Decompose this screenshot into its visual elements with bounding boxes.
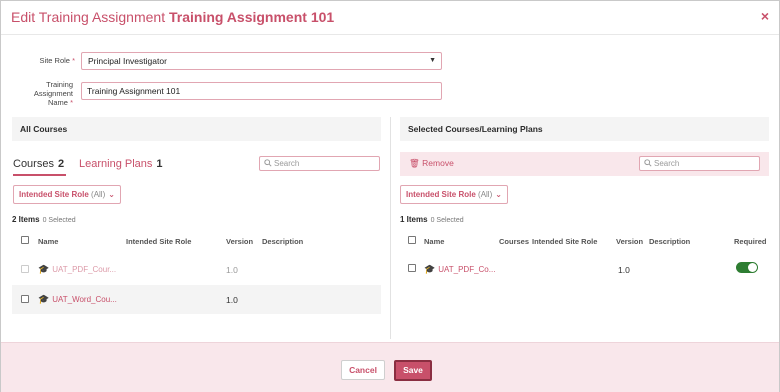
row-checkbox[interactable] <box>408 264 416 272</box>
remove-button[interactable]: 🗑 Remove <box>409 158 454 169</box>
site-role-select[interactable]: Principal Investigator ▼ <box>81 52 442 70</box>
left-select-all-checkbox[interactable] <box>21 236 29 244</box>
panel-divider <box>390 117 391 339</box>
cancel-button[interactable]: Cancel <box>341 360 385 380</box>
toggle-knob <box>748 263 757 272</box>
required-mark: * <box>70 98 73 107</box>
left-col-intended-site-role: Intended Site Role <box>126 237 192 246</box>
row-checkbox <box>21 265 29 273</box>
course-version: 1.0 <box>226 265 238 275</box>
save-button[interactable]: Save <box>394 360 432 381</box>
active-tab-indicator <box>13 174 66 176</box>
graduation-cap-icon: 🎓 <box>424 264 436 274</box>
required-mark: * <box>72 56 75 65</box>
close-icon[interactable]: × <box>761 8 769 24</box>
right-col-courses: Courses <box>499 237 530 246</box>
modal-title-prefix: Edit Training Assignment <box>11 9 166 25</box>
search-icon <box>264 159 272 167</box>
edit-training-assignment-modal: Edit Training Assignment Training Assign… <box>0 0 780 392</box>
right-col-description: Description <box>649 237 691 246</box>
all-courses-heading: All Courses <box>12 117 381 141</box>
learning-plans-count: 1 <box>156 158 163 170</box>
course-link[interactable]: 🎓 UAT_PDF_Co... <box>424 264 495 275</box>
right-col-required: Required <box>734 237 767 246</box>
modal-header: Edit Training Assignment Training Assign… <box>1 1 779 35</box>
course-version: 1.0 <box>618 265 630 275</box>
courses-count: 2 <box>57 158 65 170</box>
right-intended-site-role-filter[interactable]: Intended Site Role (All) ⌄ <box>400 185 508 204</box>
trash-icon: 🗑 <box>409 158 420 168</box>
assignment-name-field[interactable]: Training Assignment 101 <box>81 82 442 100</box>
course-link[interactable]: 🎓 UAT_PDF_Cour... <box>38 264 116 275</box>
left-col-version: Version <box>226 237 254 246</box>
chevron-down-icon: ⌄ <box>495 190 502 199</box>
left-col-name: Name <box>38 237 59 246</box>
assignment-name-label: Training Assignment Name * <box>33 80 73 107</box>
right-items-count: 1 Items 0 Selected <box>400 215 464 224</box>
search-icon <box>644 159 652 167</box>
left-selected-count: 0 Selected <box>42 217 76 224</box>
modal-title-name: Training Assignment 101 <box>168 9 335 25</box>
chevron-down-icon: ⌄ <box>108 190 115 199</box>
right-selected-count: 0 Selected <box>430 217 464 224</box>
modal-footer <box>1 342 779 392</box>
site-role-label: Site Role * <box>39 56 75 65</box>
course-version: 1.0 <box>226 295 238 305</box>
right-col-intended-site-role: Intended Site Role <box>532 237 598 246</box>
left-intended-site-role-filter[interactable]: Intended Site Role (All) ⌄ <box>13 185 121 204</box>
tab-courses[interactable]: Courses 2 <box>13 158 64 170</box>
row-checkbox[interactable] <box>21 295 29 303</box>
right-search-input[interactable]: Search <box>639 156 760 171</box>
chevron-down-icon: ▼ <box>429 57 436 64</box>
right-col-name: Name <box>424 237 445 246</box>
required-toggle[interactable] <box>736 262 758 273</box>
right-col-version: Version <box>616 237 644 246</box>
left-items-count: 2 Items 0 Selected <box>12 215 76 224</box>
right-select-all-checkbox[interactable] <box>408 236 416 244</box>
tab-learning-plans[interactable]: Learning Plans 1 <box>79 158 163 170</box>
left-search-input[interactable]: Search <box>259 156 380 171</box>
modal-title: Edit Training Assignment Training Assign… <box>11 9 334 25</box>
left-col-description: Description <box>262 237 304 246</box>
graduation-cap-icon: 🎓 <box>38 294 50 304</box>
site-role-value: Principal Investigator <box>88 56 167 66</box>
selected-courses-heading: Selected Courses/Learning Plans <box>400 117 769 141</box>
graduation-cap-icon: 🎓 <box>38 264 50 274</box>
course-link[interactable]: 🎓 UAT_Word_Cou... <box>38 294 117 305</box>
